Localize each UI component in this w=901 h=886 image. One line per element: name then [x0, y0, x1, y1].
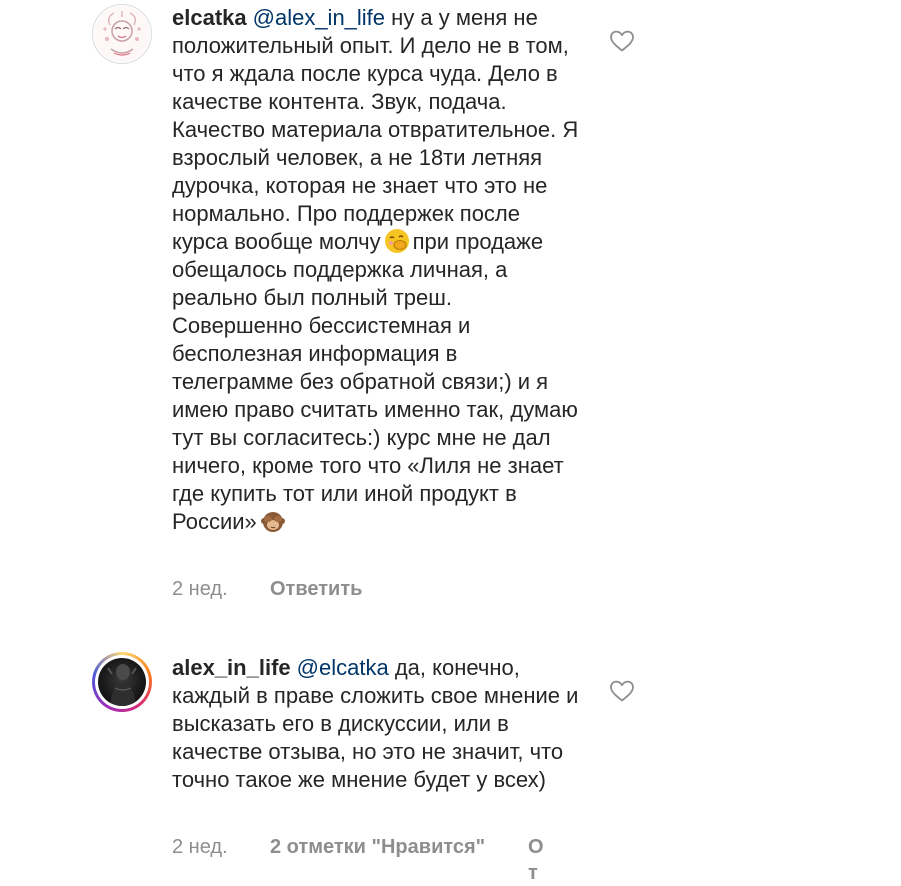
comment-mention[interactable]: @elcatka — [297, 655, 389, 680]
see-no-evil-monkey-emoji — [260, 512, 285, 532]
avatar-photo — [98, 658, 146, 706]
comment-username[interactable]: elcatka — [172, 5, 247, 30]
comment-mention[interactable]: @alex_in_life — [253, 5, 385, 30]
comment-text-part1: ну а у меня не положительный опыт. И дел… — [172, 5, 579, 254]
comment-time: 2 нед. — [172, 578, 228, 600]
avatar-alex-in-life[interactable] — [92, 652, 152, 712]
reply-button[interactable]: Ответить — [270, 578, 362, 600]
reply-button[interactable]: От — [528, 834, 544, 886]
avatar-illustration-icon — [94, 6, 150, 62]
comment-text-part2: при продаже обещалось поддержка личная, … — [172, 229, 578, 534]
face-with-hand-over-mouth-emoji — [384, 229, 409, 253]
heart-outline-icon[interactable] — [609, 29, 635, 53]
comment-meta: 2 нед. Ответить — [172, 578, 362, 601]
likes-count-button[interactable]: 2 отметки "Нравится" — [270, 836, 528, 859]
avatar-elcatka[interactable] — [92, 4, 152, 64]
comment-elcatka: elcatka @alex_in_life ну а у меня не поло… — [0, 0, 901, 620]
comment-meta: 2 нед. 2 отметки "Нравится" От — [172, 836, 544, 884]
comment-time: 2 нед. — [172, 836, 228, 858]
heart-outline-icon[interactable] — [609, 679, 635, 703]
comment-body: elcatka @alex_in_life ну а у меня не поло… — [172, 4, 582, 536]
comment-alex-in-life: alex_in_life @elcatka да, конечно, каждый… — [0, 648, 901, 884]
comment-body: alex_in_life @elcatka да, конечно, каждый… — [172, 654, 582, 794]
comment-username[interactable]: alex_in_life — [172, 655, 291, 680]
avatar-person-icon — [107, 664, 137, 706]
